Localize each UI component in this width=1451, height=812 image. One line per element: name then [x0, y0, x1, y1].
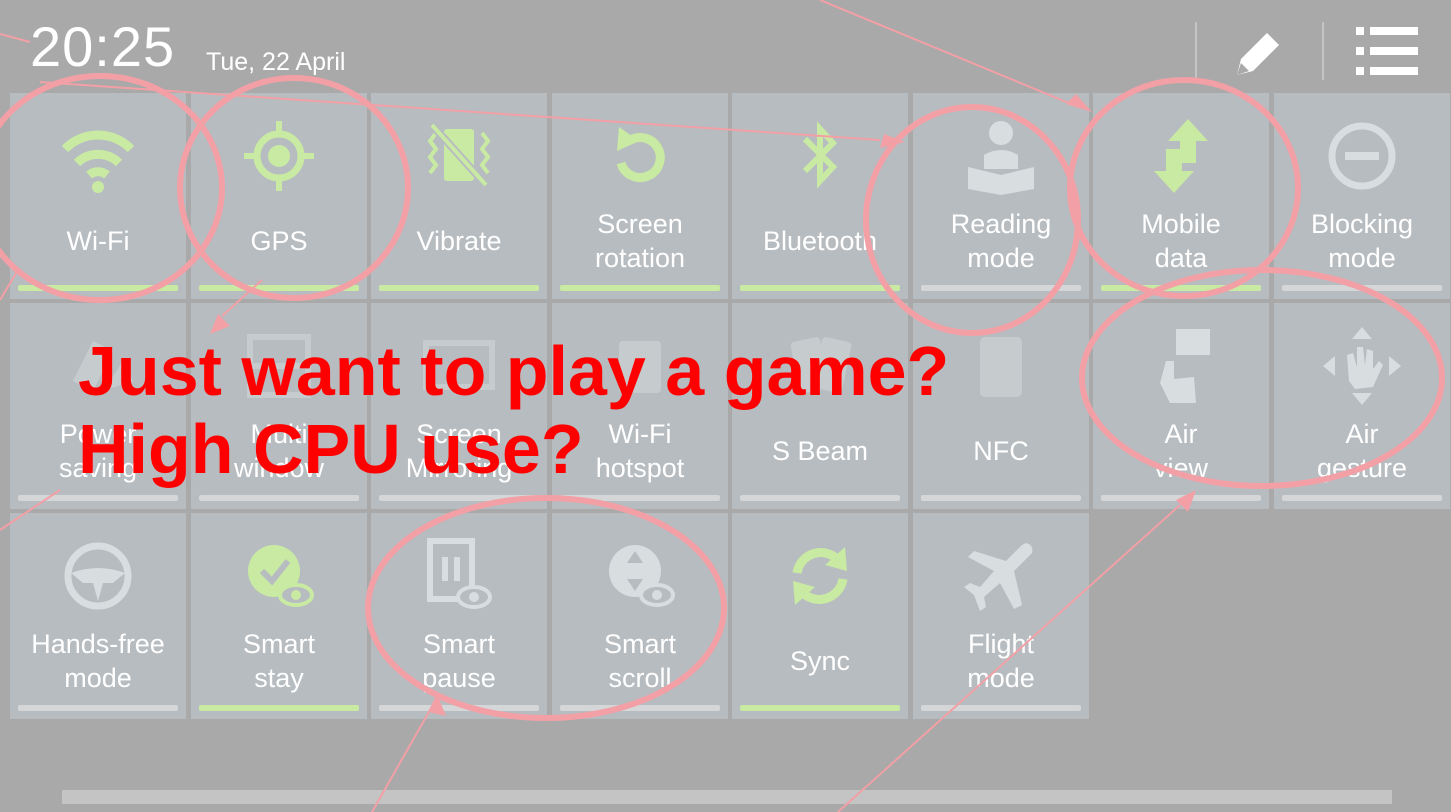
- tile-label: Hands-free mode: [31, 629, 165, 693]
- tile-label: Sync: [789, 646, 851, 676]
- status-indicator: [379, 705, 539, 711]
- date-label: Tue, 22 April: [206, 48, 346, 76]
- status-indicator: [199, 495, 359, 501]
- tile-label: NFC: [973, 436, 1029, 466]
- tile-gps[interactable]: GPS: [191, 93, 367, 299]
- air-gesture-icon: [1274, 321, 1450, 411]
- mobile-data-icon: [1093, 111, 1269, 201]
- clock: 20:25: [30, 15, 176, 78]
- bluetooth-icon: [732, 111, 908, 201]
- tile-blocking-mode[interactable]: Blocking mode: [1274, 93, 1450, 299]
- tile-air-gesture[interactable]: Air gesture: [1274, 303, 1450, 509]
- tile-reading-mode[interactable]: Reading mode: [913, 93, 1089, 299]
- tile-label: Smart scroll: [603, 629, 676, 693]
- tile-bluetooth[interactable]: Bluetooth: [732, 93, 908, 299]
- gps-icon: [191, 111, 367, 201]
- status-indicator: [1101, 285, 1261, 291]
- status-indicator: [18, 495, 178, 501]
- status-indicator: [740, 495, 900, 501]
- divider: [1195, 22, 1197, 80]
- smart-pause-icon: [371, 531, 547, 621]
- tile-label: Screen rotation: [594, 209, 686, 273]
- smart-scroll-icon: [552, 531, 728, 621]
- tile-label: Smart pause: [422, 629, 496, 693]
- tile-smart-stay[interactable]: Smart stay: [191, 513, 367, 719]
- tile-label: GPS: [250, 226, 308, 256]
- tile-label: Flight mode: [967, 629, 1035, 693]
- status-indicator: [379, 495, 539, 501]
- tile-label: Vibrate: [416, 226, 502, 256]
- notification-header: 20:25 Tue, 22 April: [0, 0, 1451, 90]
- status-indicator: [560, 495, 720, 501]
- rotation-icon: [552, 111, 728, 201]
- status-indicator: [18, 285, 178, 291]
- brightness-bar[interactable]: [62, 790, 1392, 804]
- status-indicator: [1282, 495, 1442, 501]
- tile-label: Wi-Fi: [66, 226, 130, 256]
- tile-label: Bluetooth: [762, 226, 878, 256]
- wifi-icon: [10, 111, 186, 201]
- annotation-text-line2: High CPU use?: [78, 410, 584, 488]
- list-button[interactable]: [1352, 18, 1422, 84]
- tile-flight-mode[interactable]: Flight mode: [913, 513, 1089, 719]
- airplane-icon: [913, 531, 1089, 621]
- status-indicator: [199, 705, 359, 711]
- status-indicator: [921, 495, 1081, 501]
- tile-label: Blocking mode: [1310, 209, 1414, 273]
- tile-vibrate[interactable]: Vibrate: [371, 93, 547, 299]
- list-icon: [1356, 27, 1418, 75]
- status-indicator: [1282, 285, 1442, 291]
- status-indicator: [379, 285, 539, 291]
- smart-stay-icon: [191, 531, 367, 621]
- status-indicator: [921, 285, 1081, 291]
- divider: [1322, 22, 1324, 80]
- status-indicator: [199, 285, 359, 291]
- tile-label: Smart stay: [242, 629, 315, 693]
- status-indicator: [560, 285, 720, 291]
- sync-icon: [732, 531, 908, 621]
- status-indicator: [740, 285, 900, 291]
- reading-icon: [913, 111, 1089, 201]
- tile-hands-free-mode[interactable]: Hands-free mode: [10, 513, 186, 719]
- tile-label: Reading mode: [950, 209, 1052, 273]
- pencil-icon: [1237, 33, 1279, 75]
- steering-wheel-icon: [10, 531, 186, 621]
- status-indicator: [1101, 495, 1261, 501]
- tile-smart-pause[interactable]: Smart pause: [371, 513, 547, 719]
- status-indicator: [18, 705, 178, 711]
- tile-smart-scroll[interactable]: Smart scroll: [552, 513, 728, 719]
- tile-wi-fi[interactable]: Wi-Fi: [10, 93, 186, 299]
- tile-air-view[interactable]: Air view: [1093, 303, 1269, 509]
- tile-mobile-data[interactable]: Mobile data: [1093, 93, 1269, 299]
- tile-screen-rotation[interactable]: Screen rotation: [552, 93, 728, 299]
- tile-sync[interactable]: Sync: [732, 513, 908, 719]
- annotation-text-line1: Just want to play a game?: [78, 332, 950, 410]
- vibrate-icon: [371, 111, 547, 201]
- tile-label: S Beam: [771, 436, 869, 466]
- air-view-icon: [1093, 321, 1269, 411]
- tile-label: Air gesture: [1316, 419, 1408, 483]
- edit-button[interactable]: [1224, 18, 1294, 84]
- status-indicator: [740, 705, 900, 711]
- blocking-icon: [1274, 111, 1450, 201]
- status-indicator: [560, 705, 720, 711]
- tile-label: Air view: [1153, 419, 1208, 483]
- status-indicator: [921, 705, 1081, 711]
- tile-label: Mobile data: [1141, 209, 1221, 273]
